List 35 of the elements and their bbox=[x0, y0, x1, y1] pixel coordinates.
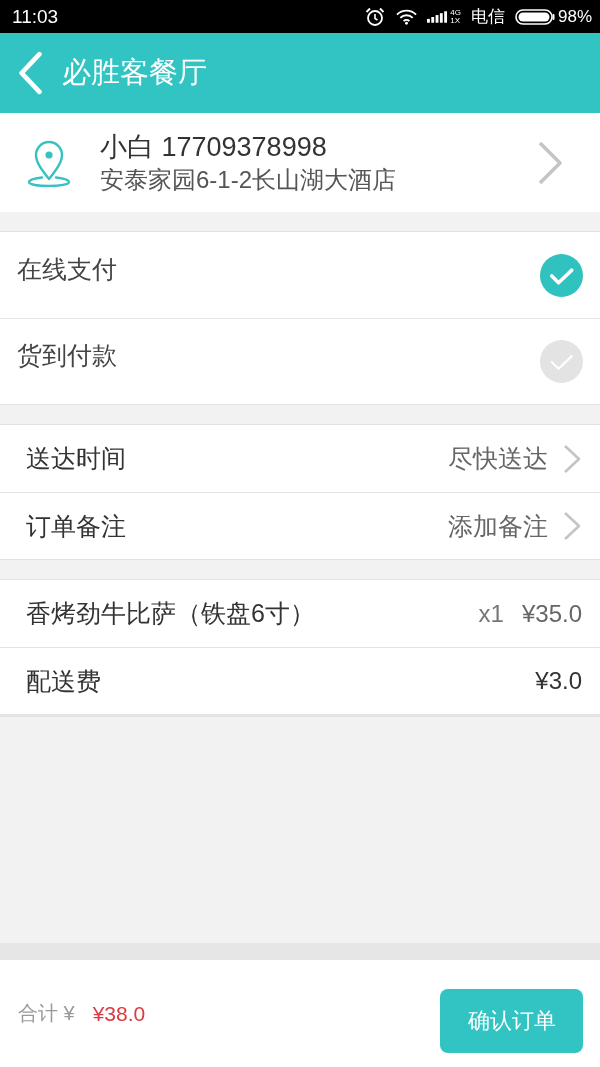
chevron-right-icon bbox=[562, 510, 582, 542]
contact-name-phone: 小白 17709378998 bbox=[100, 130, 327, 164]
option-row[interactable]: 送达时间 尽快送达 bbox=[0, 425, 600, 492]
option-value: 尽快送达 bbox=[448, 443, 548, 474]
delivery-address: 安泰家园6-1-2长山湖大酒店 bbox=[100, 164, 397, 195]
chevron-right-icon bbox=[562, 442, 582, 475]
option-row[interactable]: 订单备注 添加备注 bbox=[0, 492, 600, 559]
item-price: ¥3.0 bbox=[535, 667, 582, 695]
payment-label: 在线支付 bbox=[17, 253, 117, 285]
total-label: 合计 ¥ bbox=[18, 1001, 75, 1026]
network-type: 4G bbox=[450, 8, 461, 17]
chevron-right-icon bbox=[537, 139, 563, 186]
carrier-name: 电信 bbox=[470, 6, 505, 28]
item-name: 配送费 bbox=[26, 665, 101, 697]
wifi-icon bbox=[396, 8, 418, 25]
payment-option[interactable]: 货到付款 bbox=[0, 318, 600, 404]
location-pin-icon bbox=[27, 138, 71, 187]
total-amount: ¥38.0 bbox=[92, 1001, 146, 1026]
status-time: 11:03 bbox=[12, 5, 59, 28]
signal-icon bbox=[427, 10, 449, 23]
payment-option[interactable]: 在线支付 bbox=[0, 232, 600, 318]
option-value: 添加备注 bbox=[448, 510, 548, 542]
network-type: 1X bbox=[450, 16, 461, 25]
item-quantity: x1 bbox=[478, 599, 504, 628]
item-name: 香烤劲牛比萨（铁盘6寸） bbox=[26, 598, 315, 629]
battery-percent: 98% bbox=[557, 6, 592, 27]
battery-icon bbox=[514, 8, 555, 25]
option-label: 送达时间 bbox=[26, 443, 126, 474]
address-card[interactable]: 小白 17709378998 安泰家园6-1-2长山湖大酒店 bbox=[0, 113, 600, 212]
payment-label: 货到付款 bbox=[17, 340, 117, 371]
option-label: 订单备注 bbox=[26, 510, 126, 542]
alarm-clock-icon bbox=[365, 6, 386, 27]
back-icon[interactable] bbox=[17, 51, 43, 95]
item-price: ¥35.0 bbox=[521, 599, 582, 628]
header-title: 必胜客餐厅 bbox=[62, 55, 207, 90]
